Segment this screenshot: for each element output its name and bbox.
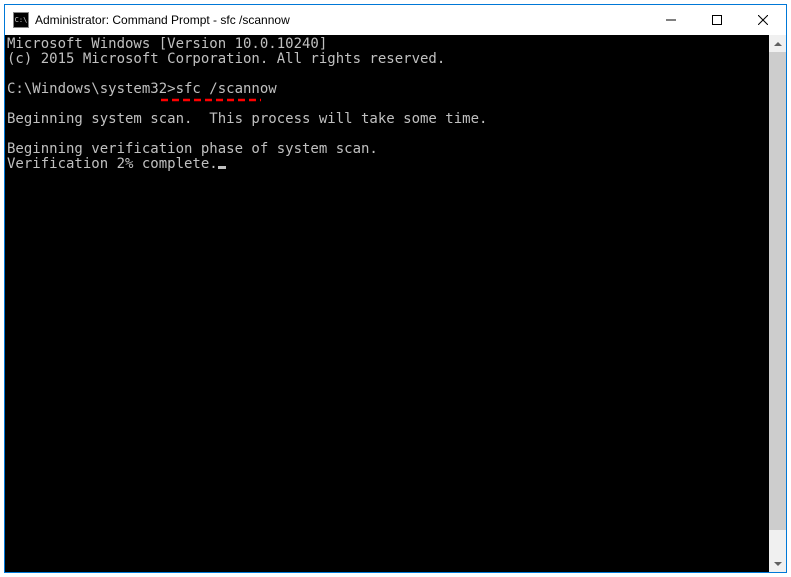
scroll-track[interactable] xyxy=(769,52,786,555)
cmd-icon xyxy=(13,12,29,28)
scroll-up-arrow-icon[interactable] xyxy=(769,35,786,52)
console-output[interactable]: Microsoft Windows [Version 10.0.10240] (… xyxy=(5,35,769,572)
prompt-text: C:\Windows\system32> xyxy=(7,81,176,97)
output-line: Beginning system scan. This process will… xyxy=(7,111,487,127)
output-line: Beginning verification phase of system s… xyxy=(7,141,378,157)
output-line: (c) 2015 Microsoft Corporation. All righ… xyxy=(7,51,445,67)
window-controls xyxy=(648,5,786,35)
text-cursor xyxy=(218,166,226,169)
command-text: sfc /scannow xyxy=(176,81,277,97)
output-line: Verification 2% complete. xyxy=(7,156,218,172)
maximize-button[interactable] xyxy=(694,5,740,35)
vertical-scrollbar[interactable] xyxy=(769,35,786,572)
scroll-thumb[interactable] xyxy=(769,52,786,530)
client-area: Microsoft Windows [Version 10.0.10240] (… xyxy=(5,35,786,572)
minimize-button[interactable] xyxy=(648,5,694,35)
close-button[interactable] xyxy=(740,5,786,35)
output-line: Microsoft Windows [Version 10.0.10240] xyxy=(7,36,327,52)
command-prompt-window: Administrator: Command Prompt - sfc /sca… xyxy=(4,4,787,573)
titlebar[interactable]: Administrator: Command Prompt - sfc /sca… xyxy=(5,5,786,35)
scroll-down-arrow-icon[interactable] xyxy=(769,555,786,572)
window-title: Administrator: Command Prompt - sfc /sca… xyxy=(35,13,648,27)
